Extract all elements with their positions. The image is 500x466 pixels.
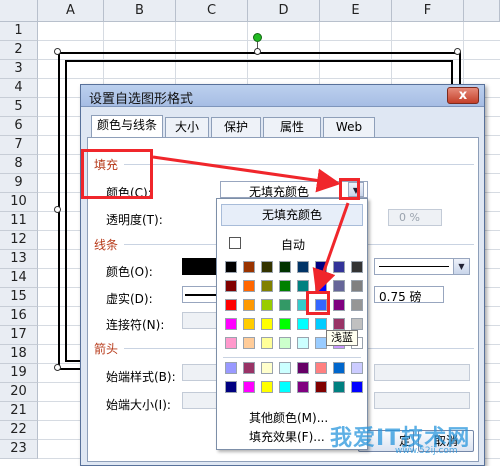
watermark-url: www.52ij.com (395, 446, 458, 456)
arrow-to-dropdown (152, 155, 341, 193)
arrow-to-color (312, 202, 350, 294)
annotation-arrows (152, 155, 350, 294)
